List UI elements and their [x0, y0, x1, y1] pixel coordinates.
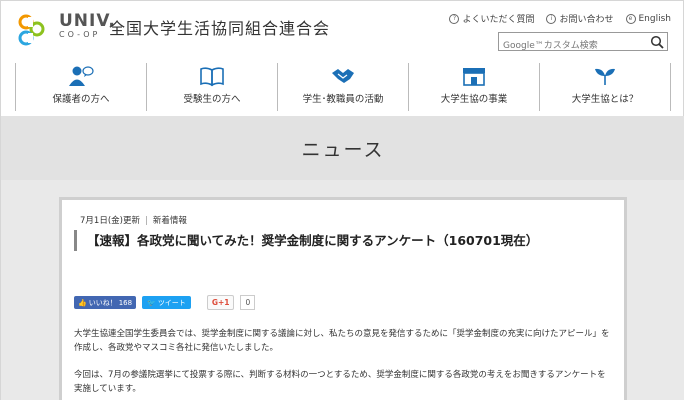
nav-item-activities[interactable]: 学生･教職員の活動: [277, 63, 408, 111]
nav-label-activities: 学生･教職員の活動: [302, 94, 384, 105]
article-body: 大学生協連全国学生委員会では、奨学金制度に関する議論に対し、私たちの意見を発信す…: [74, 327, 614, 400]
top-links: ? よくいただく質問 i お問い合わせ e English: [449, 12, 671, 25]
shop-icon: [463, 68, 485, 86]
nav-label-applicants: 受験生の方へ: [183, 94, 241, 105]
main-nav: 保護者の方へ 受験生の方へ 学生･教職員の活動 大学生協の事業 大学生協とは？: [1, 63, 684, 111]
like-count: 168: [118, 298, 133, 307]
question-icon: ?: [449, 13, 460, 24]
nav-item-applicants[interactable]: 受験生の方へ: [146, 63, 277, 111]
twitter-bird-icon: 🐦: [147, 298, 156, 307]
site-name[interactable]: 全国大学生活協同組合連合会: [109, 15, 330, 39]
handshake-icon: [332, 69, 354, 83]
book-icon: [200, 67, 224, 87]
info-icon: i: [546, 13, 557, 24]
article-category[interactable]: 新着情報: [153, 216, 187, 226]
article-title: 【速報】各政党に聞いてみた！奨学金制度に関するアンケート（160701現在）: [87, 233, 539, 248]
sprout-icon: [595, 68, 615, 85]
globe-icon: e: [625, 13, 636, 24]
logo-coop: CO-OP: [59, 30, 101, 39]
page-banner: ニュース: [1, 116, 684, 180]
nav-item-business[interactable]: 大学生協の事業: [408, 63, 539, 111]
tweet-label: ツイート: [157, 298, 186, 307]
gplus-button[interactable]: G+1: [206, 295, 235, 310]
contact-link-label: お問い合わせ: [559, 15, 614, 25]
news-article: 7月1日(金)更新 | 新着情報 【速報】各政党に聞いてみた！奨学金制度に関するアン…: [59, 197, 627, 400]
search-box: [498, 32, 668, 55]
search-input[interactable]: [499, 37, 649, 55]
article-paragraph: 大学生協連全国学生委員会では、奨学金制度に関する議論に対し、私たちの意見を発信す…: [74, 329, 610, 353]
nav-item-about[interactable]: 大学生協とは？: [539, 63, 671, 111]
social-buttons: 👍 いいね！ 168 🐦 ツイート G+1 0: [74, 295, 256, 310]
article-title-box: 【速報】各政党に聞いてみた！奨学金制度に関するアンケート（160701現在）: [74, 230, 612, 251]
like-label: いいね！: [88, 298, 117, 307]
facebook-like-button[interactable]: 👍 いいね！ 168: [74, 296, 137, 309]
article-date: 7月1日(金)更新: [80, 216, 140, 226]
gplus-count: 0: [240, 295, 256, 310]
nav-item-parents[interactable]: 保護者の方へ: [15, 63, 146, 111]
search-icon[interactable]: [650, 35, 664, 49]
faq-link[interactable]: ? よくいただく質問: [449, 12, 534, 25]
article-meta: 7月1日(金)更新 | 新着情報: [80, 214, 187, 226]
contact-link[interactable]: i お問い合わせ: [546, 12, 614, 25]
site-header: UNIV. CO-OP 全国大学生活協同組合連合会 ? よくいただく質問 i お…: [1, 1, 684, 61]
tweet-button[interactable]: 🐦 ツイート: [142, 296, 191, 309]
page-title: ニュース: [301, 138, 385, 161]
logo-univ: UNIV.: [59, 11, 116, 31]
thumbs-up-icon: 👍: [78, 298, 87, 307]
english-link-label: English: [638, 13, 672, 24]
parent-icon: [69, 66, 94, 86]
logo-text[interactable]: UNIV. CO-OP: [59, 13, 116, 40]
faq-link-label: よくいただく質問: [462, 15, 535, 25]
meta-separator: |: [144, 216, 148, 226]
english-link[interactable]: e English: [625, 12, 672, 25]
nav-label-business: 大学生協の事業: [440, 94, 508, 105]
nav-label-parents: 保護者の方へ: [52, 94, 110, 105]
article-paragraph: 今回は、7月の参議院選挙にて投票する際に、判断する材料の一つとするため、奨学金制…: [74, 370, 606, 394]
coop-logo-icon[interactable]: [15, 13, 55, 47]
nav-label-about: 大学生協とは？: [571, 94, 639, 105]
